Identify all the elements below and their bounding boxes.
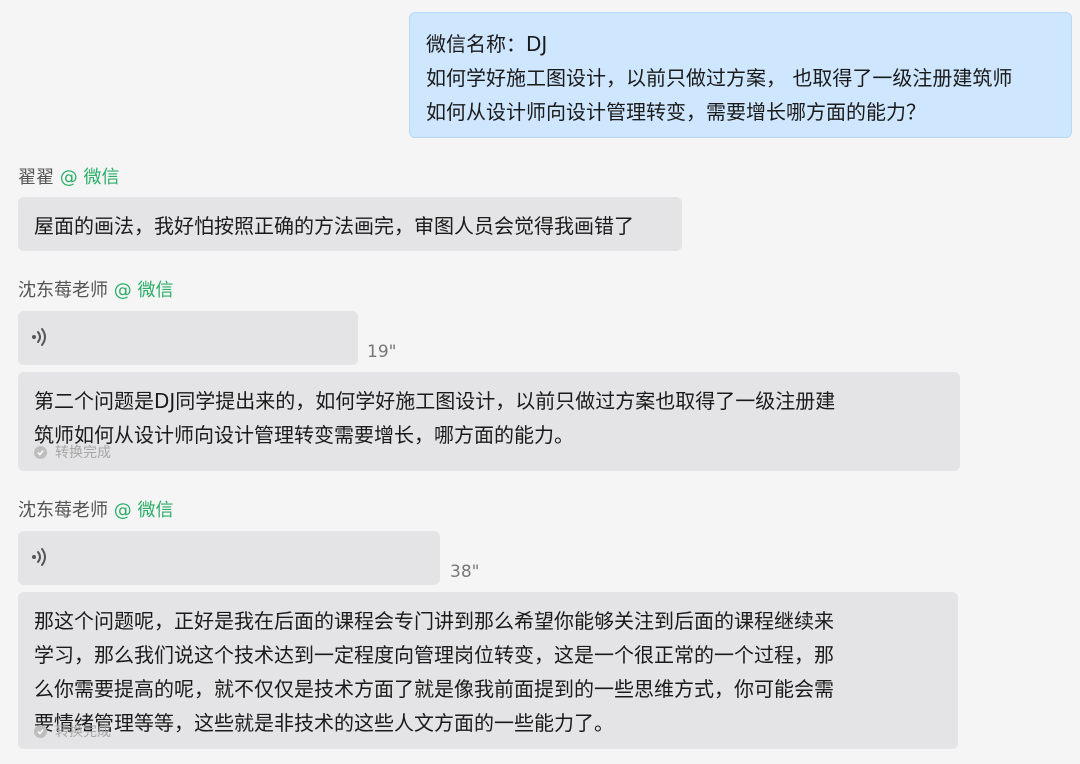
sender-source: @ 微信 [113, 280, 174, 301]
message-line: 微信名称：DJ [426, 32, 548, 56]
sender-source: @ 微信 [59, 167, 120, 188]
message-line: 如何学好施工图设计，以前只做过方案， 也取得了一级注册建筑师 [426, 66, 1013, 90]
message-line: 屋面的画法，我好怕按照正确的方法画完，审图人员会觉得我画错了 [34, 214, 634, 238]
sender-name: 沈东莓老师 [18, 500, 108, 521]
voice-message[interactable] [18, 531, 440, 585]
transcription-status: 转换完成 [34, 442, 111, 462]
sender-header: 沈东莓老师 @ 微信 [18, 496, 173, 522]
transcript-line: 么你需要提高的呢，就不仅仅是技术方面了就是像我前面提到的一些思维方式，你可能会需 [34, 677, 834, 701]
transcript-line: 学习，那么我们说这个技术达到一定程度向管理岗位转变，这是一个很正常的一个过程，那 [34, 643, 834, 667]
transcript-bubble[interactable]: 第二个问题是DJ同学提出来的，如何学好施工图设计，以前只做过方案也取得了一级注册… [18, 372, 960, 471]
status-text: 转换完成 [55, 445, 111, 461]
voice-wave-icon [32, 328, 46, 346]
voice-message[interactable] [18, 311, 358, 365]
check-circle-icon [34, 724, 47, 738]
voice-wave-icon [32, 548, 46, 566]
sender-header: 沈东莓老师 @ 微信 [18, 276, 173, 302]
transcript-line: 要情绪管理等等，这些就是非技术的这些人文方面的一些能力了。 [34, 711, 614, 735]
question-bubble[interactable]: 微信名称：DJ 如何学好施工图设计，以前只做过方案， 也取得了一级注册建筑师 如… [409, 12, 1072, 138]
transcript-line: 那这个问题呢，正好是我在后面的课程会专门讲到那么希望你能够关注到后面的课程继续来 [34, 609, 834, 633]
voice-duration: 19" [367, 342, 397, 362]
message-line: 如何从设计师向设计管理转变，需要增长哪方面的能力？ [426, 100, 926, 124]
transcription-status: 转换完成 [34, 721, 111, 741]
text-message-bubble[interactable]: 屋面的画法，我好怕按照正确的方法画完，审图人员会觉得我画错了 [18, 197, 682, 251]
sender-source: @ 微信 [113, 500, 174, 521]
transcript-line: 第二个问题是DJ同学提出来的，如何学好施工图设计，以前只做过方案也取得了一级注册… [34, 389, 836, 413]
check-circle-icon [34, 445, 47, 459]
voice-duration: 38" [450, 562, 480, 582]
sender-header: 翟翟 @ 微信 [18, 163, 119, 189]
transcript-bubble[interactable]: 那这个问题呢，正好是我在后面的课程会专门讲到那么希望你能够关注到后面的课程继续来… [18, 592, 958, 749]
sender-name: 翟翟 [18, 167, 54, 188]
sender-name: 沈东莓老师 [18, 280, 108, 301]
transcript-line: 筑师如何从设计师向设计管理转变需要增长，哪方面的能力。 [34, 423, 574, 447]
status-text: 转换完成 [55, 724, 111, 740]
